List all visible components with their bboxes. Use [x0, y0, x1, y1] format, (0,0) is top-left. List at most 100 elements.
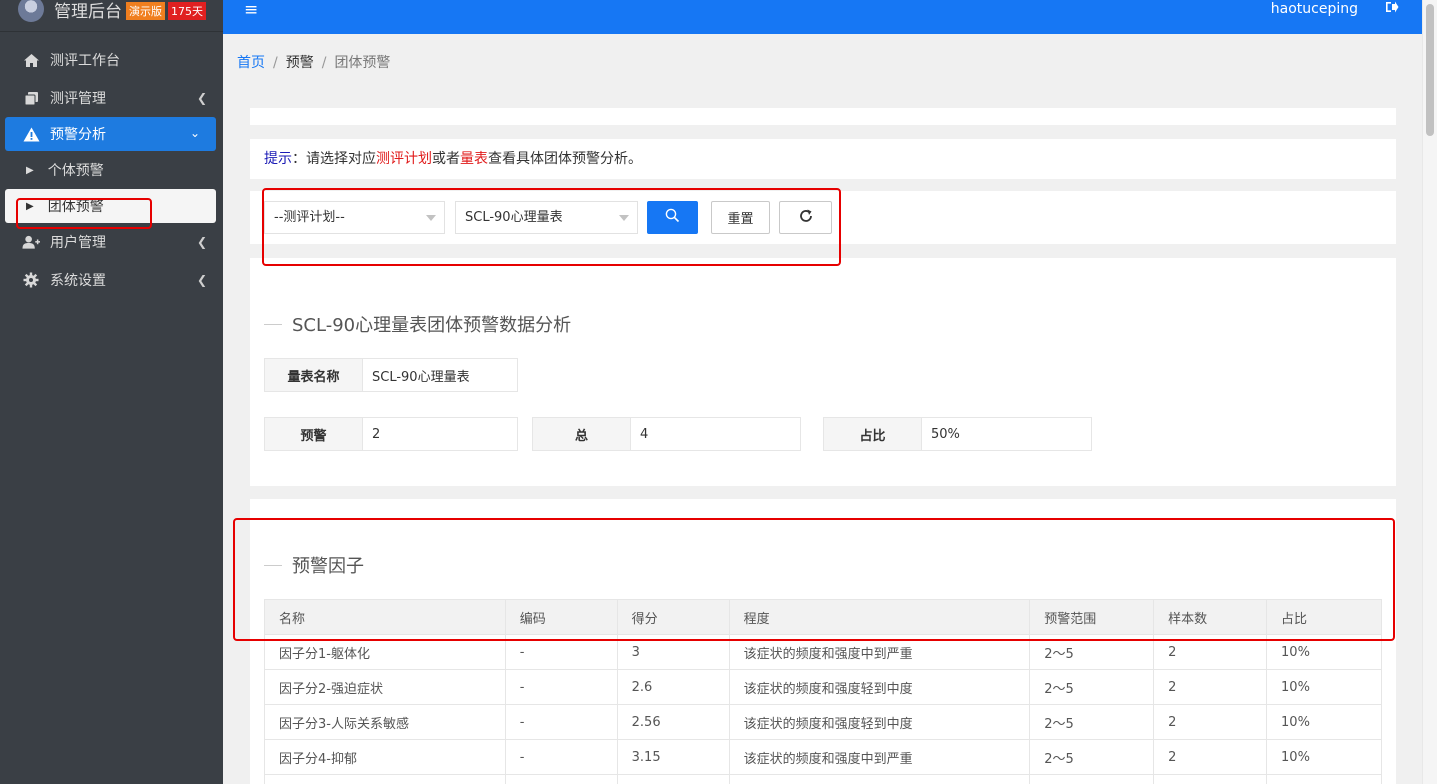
table-cell: 2.56 — [616, 704, 730, 740]
top-panel — [250, 108, 1396, 125]
sidebar-item-label: 预警分析 — [50, 127, 106, 143]
refresh-icon — [798, 208, 814, 228]
total-count-label: 总 — [533, 418, 631, 450]
title-divider — [264, 323, 282, 325]
table-cell: 2～5 — [1029, 669, 1155, 705]
chevron-down-icon: ⌄ — [189, 126, 200, 140]
hint-panel: 提示：请选择对应测评计划或者量表查看具体团体预警分析。 — [250, 139, 1396, 179]
table-cell: 2 — [1153, 739, 1268, 775]
column-header: 占比 — [1266, 599, 1382, 635]
home-icon — [22, 53, 40, 68]
table-cell: 2 — [1153, 669, 1268, 705]
table-cell: 3 — [616, 634, 730, 670]
scale-select-value: SCL-90心理量表 — [465, 210, 563, 225]
search-button[interactable] — [647, 201, 698, 234]
sidebar-item-label: 系统设置 — [50, 273, 106, 289]
table-cell: 该症状的频度和强度轻到中度 — [728, 669, 1031, 705]
breadcrumb-warning[interactable]: 预警 — [286, 55, 314, 71]
warning-icon — [22, 127, 40, 142]
table-row: 因子分4-抑郁 - 3.15 该症状的频度和强度中到严重 2～5 2 10% — [264, 739, 1382, 775]
table-cell: 2～5 — [1029, 634, 1155, 670]
sidebar-item-workbench[interactable]: 测评工作台 — [0, 41, 223, 79]
factors-title-text: 预警因子 — [292, 556, 364, 577]
avatar — [18, 0, 44, 22]
sidebar-subitem-label: 个体预警 — [47, 163, 104, 179]
summary-title-text: SCL-90心理量表团体预警数据分析 — [292, 315, 572, 336]
scale-select[interactable]: SCL-90心理量表 — [455, 201, 638, 234]
sidebar-nav: 测评工作台 测评管理 ❮ 预警分析 ⌄ ▶ 个体预警 ▶ 团体预警 用户管理 ❮… — [0, 41, 223, 299]
copy-icon — [22, 91, 40, 106]
scale-name-value: SCL-90心理量表 — [363, 359, 517, 391]
chevron-left-icon: ❮ — [196, 91, 207, 105]
table-cell: 2～5 — [1029, 739, 1155, 775]
column-header: 编码 — [504, 599, 618, 635]
total-count-value: 4 — [631, 418, 800, 450]
plan-select[interactable]: --测评计划-- — [264, 201, 445, 234]
search-icon — [665, 208, 680, 227]
main-content: 首页 / 预警 / 团体预警 提示：请选择对应测评计划或者量表查看具体团体预警分析。 -… — [223, 34, 1422, 784]
column-header: 得分 — [616, 599, 730, 635]
table-header-row: 名称 编码 得分 程度 预警范围 样本数 占比 — [264, 599, 1382, 635]
demo-badge: 演示版 — [126, 1, 165, 20]
sidebar-item-label: 测评工作台 — [50, 53, 120, 69]
table-cell: 10% — [1266, 704, 1382, 740]
username[interactable]: haotuceping — [1271, 1, 1358, 17]
days-badge: 175天 — [168, 1, 206, 20]
filter-panel: --测评计划-- SCL-90心理量表 重置 — [250, 191, 1396, 244]
table-cell — [616, 774, 730, 784]
sidebar-subitem-group-warning[interactable]: ▶ 团体预警 — [5, 189, 216, 223]
scale-name-label: 量表名称 — [265, 359, 363, 391]
sidebar-item-user-management[interactable]: 用户管理 ❮ — [0, 223, 223, 261]
table-cell: 因子分3-人际关系敏感 — [264, 704, 506, 740]
dropdown-caret-icon — [426, 215, 436, 221]
table-cell: 该症状的频度和强度轻到中度 — [728, 704, 1031, 740]
summary-title: SCL-90心理量表团体预警数据分析 — [264, 311, 571, 337]
hint-part: ：请选择对应 — [292, 151, 376, 167]
table-cell — [1266, 774, 1382, 784]
table-row: 因子分1-躯体化 - 3 该症状的频度和强度中到严重 2～5 2 10% — [264, 634, 1382, 670]
table-cell: - — [504, 669, 618, 705]
table-cell: 该症状的频度和强度中到严重 — [728, 739, 1031, 775]
total-count-field: 总 4 — [532, 417, 801, 451]
page-scrollbar[interactable] — [1422, 0, 1437, 784]
column-header: 程度 — [728, 599, 1031, 635]
chevron-left-icon: ❮ — [196, 273, 207, 287]
table-cell: 2 — [1153, 704, 1268, 740]
table-cell: 10% — [1266, 739, 1382, 775]
hint-text: 提示：请选择对应测评计划或者量表查看具体团体预警分析。 — [250, 139, 1396, 179]
hint-prefix: 提示 — [264, 151, 292, 167]
table-cell: 2.6 — [616, 669, 730, 705]
table-cell — [264, 774, 506, 784]
ratio-label: 占比 — [824, 418, 922, 450]
chevron-left-icon: ❮ — [196, 235, 207, 249]
app-title: 管理后台 — [54, 2, 122, 22]
sidebar-item-assessment[interactable]: 测评管理 ❮ — [0, 79, 223, 117]
menu-toggle-icon[interactable]: ≡ — [244, 0, 258, 20]
factors-table: 名称 编码 得分 程度 预警范围 样本数 占比 因子分1-躯体化 - 3 该症状… — [264, 599, 1382, 784]
sidebar-subitem-individual-warning[interactable]: ▶ 个体预警 — [0, 151, 223, 189]
table-cell — [1029, 774, 1155, 784]
table-cell: 10% — [1266, 669, 1382, 705]
table-cell: 该症状的频度和强度中到严重 — [728, 634, 1031, 670]
scrollbar-thumb[interactable] — [1426, 4, 1434, 136]
hint-part: 或者 — [432, 151, 460, 167]
sidebar-item-warning-analysis[interactable]: 预警分析 ⌄ — [5, 117, 216, 151]
table-cell: 因子分2-强迫症状 — [264, 669, 506, 705]
reset-button[interactable]: 重置 — [711, 201, 770, 234]
table-cell: - — [504, 739, 618, 775]
refresh-button[interactable] — [779, 201, 832, 234]
breadcrumb-home[interactable]: 首页 — [237, 55, 265, 71]
hint-scale: 量表 — [460, 151, 488, 167]
sidebar-item-label: 用户管理 — [50, 235, 106, 251]
sidebar: 管理后台 演示版 175天 测评工作台 测评管理 ❮ 预警分析 ⌄ ▶ 个体预警… — [0, 0, 223, 784]
warning-count-value: 2 — [363, 418, 517, 450]
warning-count-field: 预警 2 — [264, 417, 518, 451]
table-cell: 因子分4-抑郁 — [264, 739, 506, 775]
column-header: 预警范围 — [1029, 599, 1155, 635]
sidebar-item-system-settings[interactable]: 系统设置 ❮ — [0, 261, 223, 299]
breadcrumb-current: 团体预警 — [334, 55, 391, 71]
summary-panel: SCL-90心理量表团体预警数据分析 量表名称 SCL-90心理量表 预警 2 … — [250, 258, 1396, 486]
logout-icon[interactable] — [1385, 1, 1399, 17]
table-cell — [504, 774, 618, 784]
table-cell — [1153, 774, 1268, 784]
